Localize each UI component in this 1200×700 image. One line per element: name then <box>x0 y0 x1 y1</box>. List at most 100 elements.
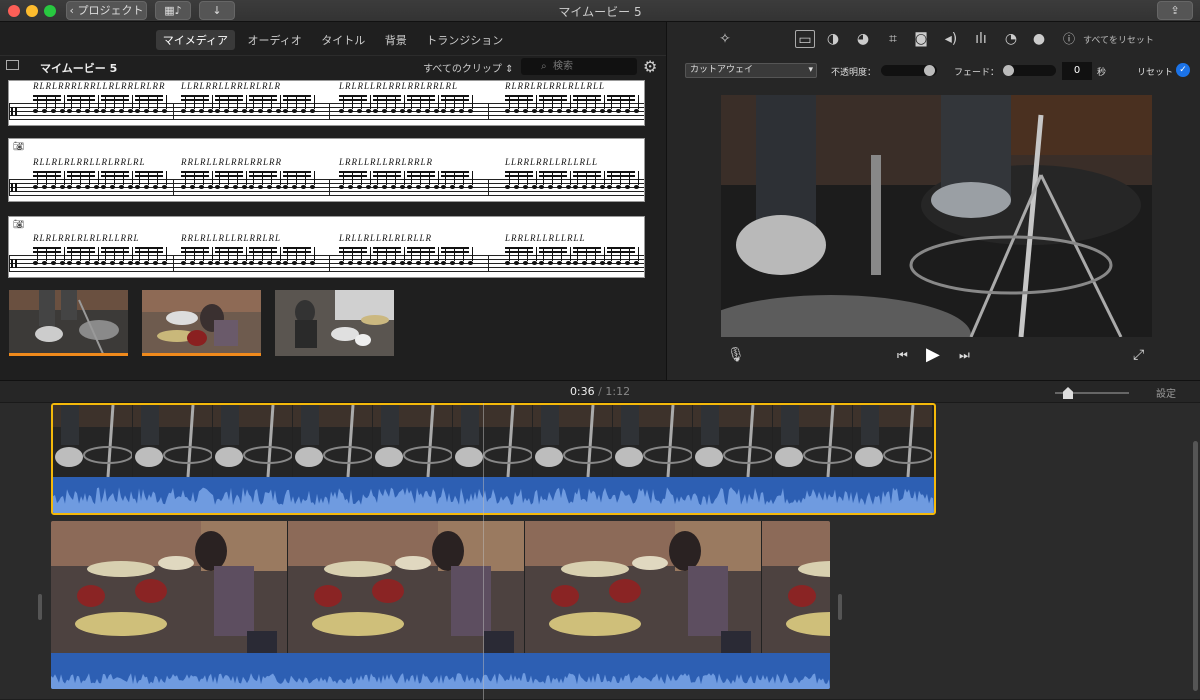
opacity-slider-knob[interactable] <box>924 65 935 76</box>
note-stem <box>105 247 106 261</box>
clip-filter-select[interactable]: すべてのクリップ ⇕ <box>423 60 513 75</box>
note-head <box>76 261 81 265</box>
note-head <box>85 185 90 189</box>
note-stem <box>262 95 263 109</box>
note-stem <box>105 95 106 109</box>
note-head <box>373 185 378 189</box>
note-stem <box>420 171 421 185</box>
sheet-music-clip[interactable]: RLRLRRRLRRLLRLRRLRLRR LLRLRRLLRRLRLRLR LRL… <box>8 80 646 126</box>
window-title: マイムービー 5 <box>558 5 642 19</box>
note-stem <box>280 171 281 185</box>
note-stem <box>280 247 281 261</box>
note-stem <box>157 247 158 261</box>
tab-my-media[interactable]: マイメディア <box>155 30 235 50</box>
percussion-clef-icon <box>11 107 17 116</box>
note-head <box>208 185 213 189</box>
note-head <box>539 109 544 113</box>
note-head <box>67 109 72 113</box>
main-clip[interactable] <box>51 521 830 689</box>
skip-forward-icon[interactable]: ⏭︎ <box>959 348 970 363</box>
note-head <box>382 185 387 189</box>
note-stem <box>370 95 371 109</box>
note-stem <box>395 247 396 261</box>
play-icon[interactable]: ▶︎ <box>926 344 940 365</box>
settings-button[interactable]: 設定 <box>1156 385 1176 400</box>
info-icon[interactable]: ⓘ <box>1059 30 1079 48</box>
fade-input[interactable]: 0 <box>1062 62 1092 80</box>
note-head <box>514 109 519 113</box>
color-correction-icon[interactable]: ◕ <box>853 30 873 48</box>
color-balance-icon[interactable]: ◑ <box>823 30 843 48</box>
note-stem <box>271 171 272 185</box>
note-stem <box>64 171 65 185</box>
cutaway-clip[interactable] <box>51 403 936 515</box>
clip-trim-handle-right[interactable] <box>838 594 842 620</box>
search-input[interactable]: ⌕ 検索 <box>521 58 637 75</box>
clip-thumbnail[interactable] <box>275 290 394 356</box>
note-head <box>625 109 630 113</box>
share-button[interactable]: ⇪ <box>1157 1 1193 20</box>
note-head <box>144 109 149 113</box>
sidebar-toggle-icon[interactable] <box>6 60 19 70</box>
note-stem <box>123 247 124 261</box>
volume-icon[interactable]: ◂) <box>941 30 961 48</box>
stabilization-icon[interactable]: ◙ <box>911 30 931 48</box>
note-stem <box>219 171 220 185</box>
note-head <box>51 261 56 265</box>
vertical-scrollbar[interactable] <box>1193 441 1198 691</box>
note-stem <box>114 247 115 261</box>
fade-slider[interactable] <box>1003 65 1056 76</box>
speed-icon[interactable]: ◔ <box>1001 30 1021 48</box>
reset-all-button[interactable]: すべてをリセット <box>1083 33 1154 46</box>
effect-select[interactable]: カットアウェイ ▾ <box>685 63 817 78</box>
tab-titles[interactable]: タイトル <box>314 30 372 50</box>
note-head <box>190 261 195 265</box>
checkmark-icon[interactable]: ✓ <box>1176 63 1190 77</box>
opacity-slider[interactable] <box>881 65 937 76</box>
tab-audio[interactable]: オーディオ <box>241 30 309 50</box>
note-stem <box>80 247 81 261</box>
filmstrip-frame <box>213 405 293 477</box>
crop-icon[interactable]: ⌗ <box>883 30 903 48</box>
clip-filter-icon[interactable]: ● <box>1029 30 1049 48</box>
tab-backgrounds[interactable]: 背景 <box>378 30 414 50</box>
note-head <box>190 109 195 113</box>
sheet-music-clip[interactable]: 📷︎ RLLRLRLRRLLRLRRLRL RRLRLLRLRRLRRLRR LRRL… <box>8 138 646 202</box>
note-stem <box>404 95 405 109</box>
note-stem <box>561 247 562 261</box>
clip-thumbnail[interactable] <box>142 290 261 356</box>
note-head <box>310 261 315 265</box>
percussion-clef-icon <box>11 183 17 192</box>
equalizer-icon[interactable]: ılı <box>971 30 991 48</box>
playhead[interactable] <box>483 403 484 700</box>
sheet-music-clip[interactable]: 📷︎ RLRLRRLRLRLRLLRRL RRLRLLRLLRLRRLRL LRLLR… <box>8 216 646 278</box>
filmstrip-frame <box>453 405 533 477</box>
filmstrip-frame <box>133 405 213 477</box>
skip-back-icon[interactable]: ⏮︎ <box>897 348 908 363</box>
tab-transitions[interactable]: トランジション <box>419 30 510 50</box>
bar-line <box>173 255 174 271</box>
note-head <box>634 185 639 189</box>
microphone-icon[interactable]: 🎙︎ <box>727 347 745 363</box>
note-head <box>60 185 65 189</box>
note-head <box>94 261 99 265</box>
bar-line <box>488 179 489 195</box>
note-head <box>144 261 149 265</box>
note-head <box>573 109 578 113</box>
gear-icon[interactable]: ⚙ <box>643 57 657 76</box>
note-stem <box>404 247 405 261</box>
reset-button[interactable]: リセット <box>1137 65 1173 78</box>
zoom-slider[interactable] <box>1055 387 1129 399</box>
fade-slider-knob[interactable] <box>1003 65 1014 76</box>
note-head <box>85 261 90 265</box>
note-head <box>162 109 167 113</box>
clip-thumbnail[interactable] <box>9 290 128 356</box>
note-stem <box>377 171 378 185</box>
note-head <box>450 185 455 189</box>
magic-wand-icon[interactable]: ✧ <box>715 30 735 48</box>
clip-trim-handle-left[interactable] <box>38 594 42 620</box>
video-overlay-icon[interactable]: ▭ <box>795 30 815 48</box>
note-stem <box>132 247 133 261</box>
fullscreen-icon[interactable]: ⤢ <box>1133 347 1144 363</box>
note-stem <box>518 95 519 109</box>
